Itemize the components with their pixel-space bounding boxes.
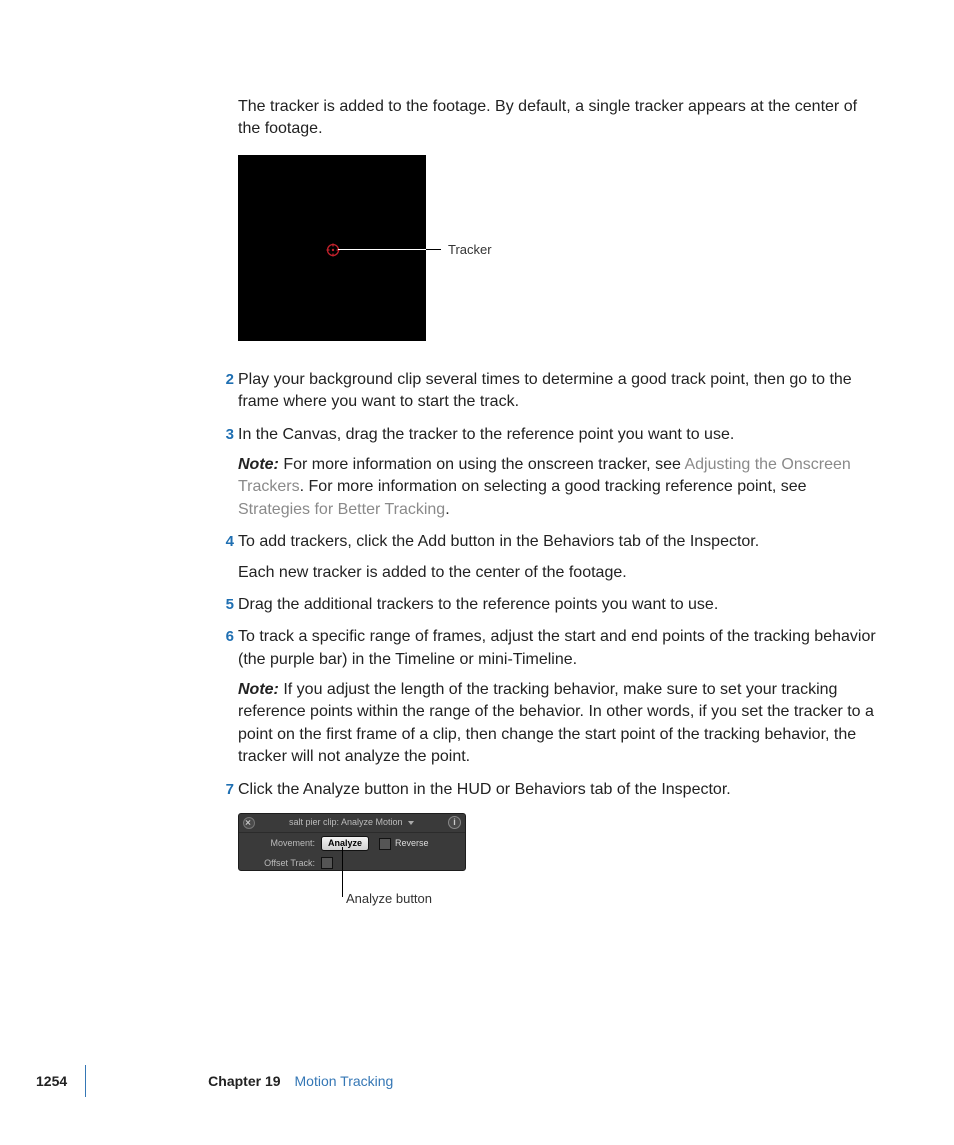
step-7: 7 Click the Analyze button in the HUD or… — [238, 779, 878, 913]
step-number: 3 — [218, 424, 234, 445]
step-text: Drag the additional trackers to the refe… — [238, 594, 878, 616]
step-note: Note: For more information on using the … — [238, 454, 878, 521]
chevron-down-icon[interactable] — [408, 821, 414, 825]
step-number: 7 — [218, 779, 234, 800]
page: The tracker is added to the footage. By … — [0, 0, 954, 1145]
step-3: 3 In the Canvas, drag the tracker to the… — [238, 424, 878, 522]
hud-title-text: salt pier clip: Analyze Motion — [289, 817, 403, 827]
hud-title-row: salt pier clip: Analyze Motion i — [239, 814, 465, 833]
callout-line — [338, 249, 438, 250]
footer-divider — [85, 1065, 86, 1097]
footage-preview — [238, 155, 426, 341]
link-strategies[interactable]: Strategies for Better Tracking — [238, 501, 445, 518]
info-icon[interactable]: i — [448, 816, 461, 829]
step-text: To add trackers, click the Add button in… — [238, 531, 878, 553]
note-text: . — [445, 501, 449, 518]
intro-paragraph: The tracker is added to the footage. By … — [238, 96, 878, 141]
body-content: The tracker is added to the footage. By … — [238, 96, 878, 913]
step-text: To track a specific range of frames, adj… — [238, 626, 878, 671]
chapter-label: Chapter 19 — [208, 1073, 280, 1089]
note-text: For more information on using the onscre… — [279, 456, 685, 473]
step-2: 2 Play your background clip several time… — [238, 369, 878, 414]
step-6: 6 To track a specific range of frames, a… — [238, 626, 878, 768]
hud-title: salt pier clip: Analyze Motion — [255, 816, 448, 829]
step-follow: Each new tracker is added to the center … — [238, 562, 878, 584]
step-4: 4 To add trackers, click the Add button … — [238, 531, 878, 584]
offset-track-checkbox[interactable] — [321, 857, 333, 869]
page-number: 1254 — [36, 1073, 67, 1089]
step-number: 4 — [218, 531, 234, 552]
callout-line — [342, 847, 343, 897]
step-note: Note: If you adjust the length of the tr… — [238, 679, 878, 769]
hud-panel: salt pier clip: Analyze Motion i Movemen… — [238, 813, 466, 871]
step-text: Play your background clip several times … — [238, 369, 878, 414]
reverse-label: Reverse — [395, 837, 429, 850]
step-number: 2 — [218, 369, 234, 390]
step-text: Click the Analyze button in the HUD or B… — [238, 779, 878, 801]
movement-label: Movement: — [245, 837, 321, 850]
page-footer: 1254 Chapter 19 Motion Tracking — [36, 1065, 916, 1097]
figure-hud: salt pier clip: Analyze Motion i Movemen… — [238, 813, 558, 913]
callout-line — [426, 249, 441, 250]
figure-tracker: Tracker — [238, 155, 878, 345]
note-label: Note: — [238, 681, 279, 698]
note-text: . For more information on selecting a go… — [300, 478, 807, 495]
chapter-title: Motion Tracking — [295, 1073, 394, 1089]
tracker-target-icon — [326, 243, 340, 257]
offset-track-label: Offset Track: — [245, 857, 321, 870]
step-number: 6 — [218, 626, 234, 647]
step-text: In the Canvas, drag the tracker to the r… — [238, 424, 878, 446]
callout-analyze-label: Analyze button — [346, 890, 432, 908]
note-label: Note: — [238, 456, 279, 473]
close-icon[interactable] — [243, 817, 255, 829]
callout-tracker-label: Tracker — [448, 241, 492, 259]
step-5: 5 Drag the additional trackers to the re… — [238, 594, 878, 616]
hud-row-movement: Movement: Analyze Reverse — [239, 833, 465, 854]
step-number: 5 — [218, 594, 234, 615]
note-text: If you adjust the length of the tracking… — [238, 681, 874, 765]
reverse-checkbox[interactable] — [379, 838, 391, 850]
hud-row-offset: Offset Track: — [239, 854, 465, 873]
steps-list: 2 Play your background clip several time… — [238, 369, 878, 913]
analyze-button[interactable]: Analyze — [321, 836, 369, 851]
